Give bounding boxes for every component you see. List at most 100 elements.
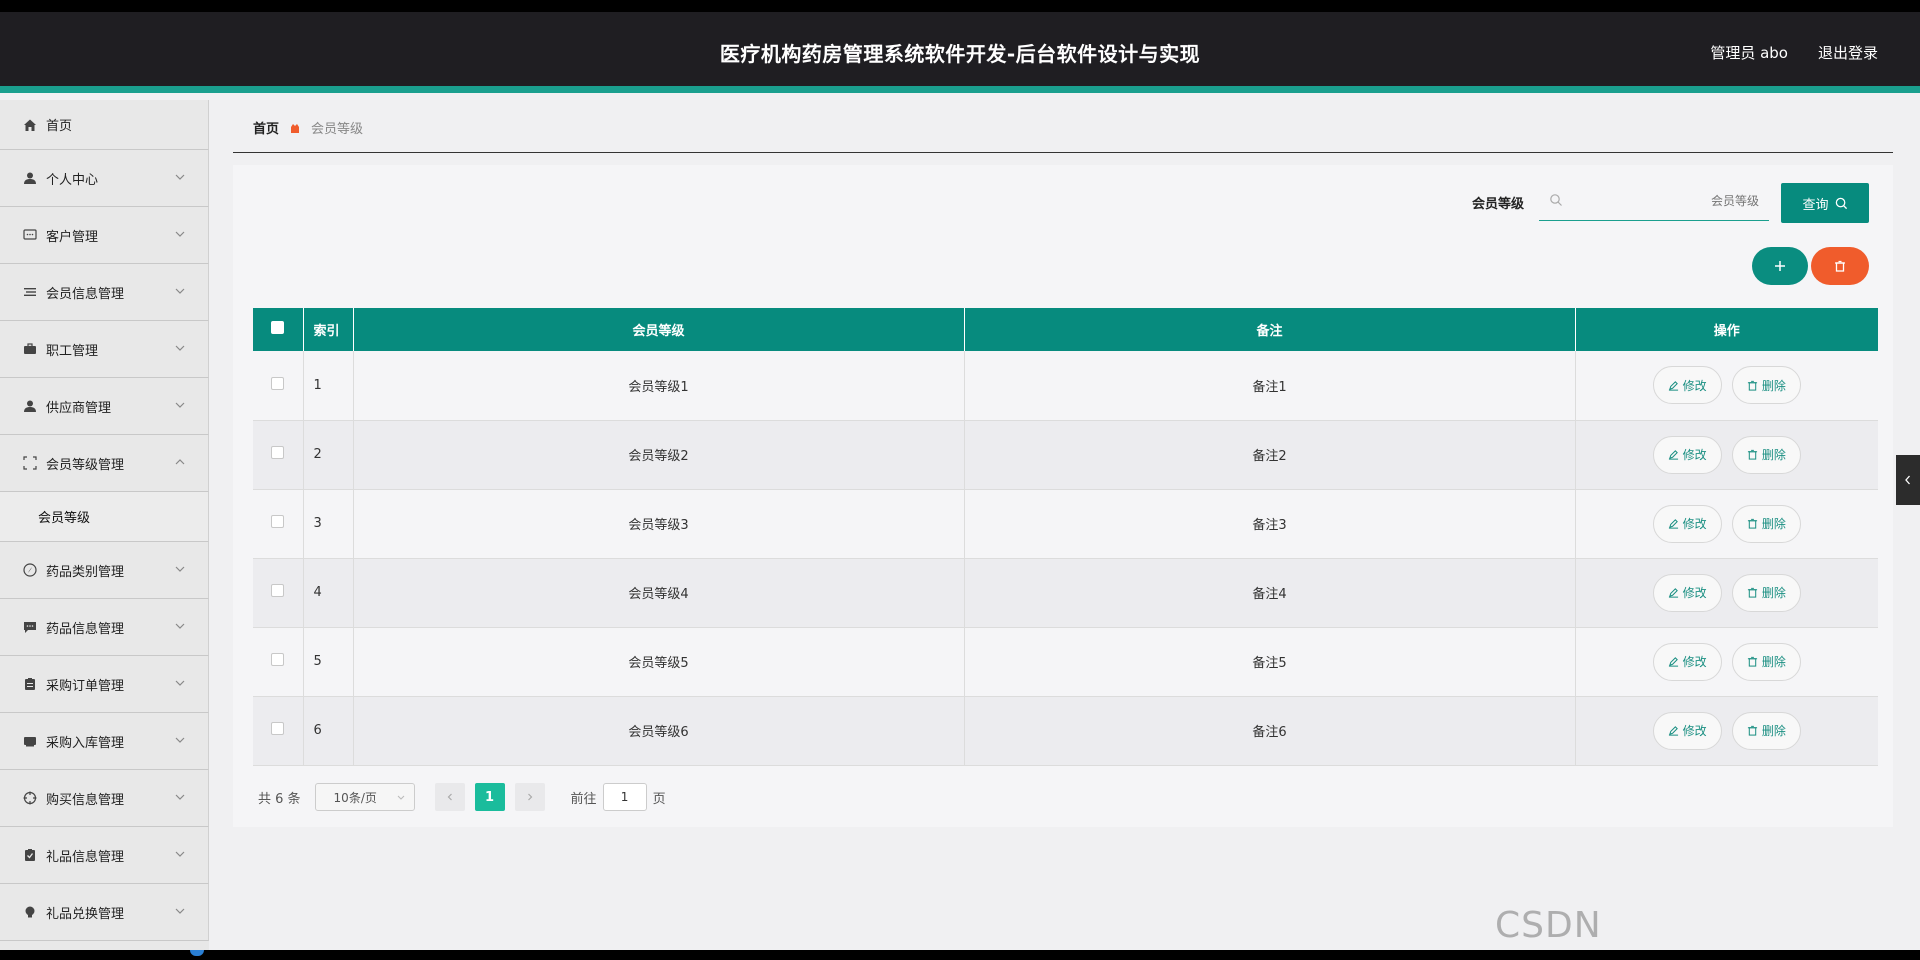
sidebar-item-purchase-stock[interactable]: 采购入库管理: [0, 713, 209, 770]
sidebar-item-supplier[interactable]: 供应商管理: [0, 378, 209, 435]
row-checkbox[interactable]: [271, 653, 285, 666]
select-all-cell: [253, 308, 304, 351]
row-index: 2: [303, 420, 354, 490]
row-level: 会员等级2: [353, 420, 965, 490]
sidebar-item-purchase-order[interactable]: 采购订单管理: [0, 656, 209, 713]
sidebar-item-purchase-info[interactable]: 购买信息管理: [0, 770, 209, 827]
row-ops: 修改 删除: [1575, 558, 1878, 628]
member-level-table: 索引 会员等级 备注 操作 1 会员等级1 备注1 修改 删除 2 会员等级2 …: [253, 308, 1878, 766]
list-icon: [22, 284, 38, 300]
edit-button[interactable]: 修改: [1652, 435, 1722, 474]
chevron-down-icon: [175, 794, 185, 800]
sidebar-item-staff[interactable]: 职工管理: [0, 321, 209, 378]
sidebar-item-label: 药品类别管理: [46, 564, 125, 580]
sidebar-item-member-level[interactable]: 会员等级管理: [0, 435, 209, 492]
row-checkbox-cell: [253, 558, 304, 628]
chevron-down-icon: [175, 288, 185, 294]
row-index: 1: [303, 351, 354, 421]
row-note: 备注1: [964, 351, 1576, 421]
sidebar-item-customer[interactable]: 客户管理: [0, 207, 209, 264]
row-checkbox[interactable]: [271, 515, 285, 528]
row-checkbox-cell: [253, 696, 304, 766]
pagination: 共 6 条 10条/页 1 前往 1 页: [258, 782, 666, 812]
app-title: 医疗机构药房管理系统软件开发-后台软件设计与实现: [719, 42, 1201, 66]
sidebar-subitem-member-level[interactable]: 会员等级: [0, 492, 209, 542]
app-window: 医疗机构药房管理系统软件开发-后台软件设计与实现 管理员 abo 退出登录 首页…: [0, 0, 1920, 960]
prev-page-button[interactable]: [434, 783, 465, 811]
sidebar-item-label: 供应商管理: [46, 400, 112, 416]
sidebar: 首页 个人中心 客户管理 会员信息管理 职工管理 供应商管理 会员等级管理 会员…: [0, 100, 209, 950]
delete-button[interactable]: 删除: [1731, 711, 1801, 750]
table-header-row: 索引 会员等级 备注 操作: [253, 308, 1878, 351]
page-size-value: 10条/页: [333, 790, 377, 805]
edit-button[interactable]: 修改: [1652, 504, 1722, 543]
chevron-left-icon: [1905, 475, 1910, 485]
edit-button[interactable]: 修改: [1652, 711, 1722, 750]
select-all-checkbox[interactable]: [271, 321, 285, 334]
edit-button[interactable]: 修改: [1652, 642, 1722, 681]
goto-page-input[interactable]: 1: [602, 783, 647, 811]
sidebar-item-personal-center[interactable]: 个人中心: [0, 150, 209, 207]
logout-link[interactable]: 退出登录: [1818, 42, 1878, 63]
delete-button[interactable]: 删除: [1731, 504, 1801, 543]
header: 医疗机构药房管理系统软件开发-后台软件设计与实现 管理员 abo 退出登录: [0, 12, 1920, 93]
header-note: 备注: [964, 308, 1576, 351]
row-checkbox[interactable]: [271, 722, 285, 735]
sidebar-item-label: 会员等级管理: [46, 457, 125, 473]
side-collapse-tab[interactable]: [1896, 455, 1920, 505]
row-index: 6: [303, 696, 354, 766]
chevron-down-icon: [175, 402, 185, 408]
row-checkbox[interactable]: [271, 376, 285, 390]
row-level: 会员等级6: [353, 696, 965, 766]
page-unit-label: 页: [652, 791, 666, 807]
search-input[interactable]: [1569, 181, 1759, 221]
chevron-down-icon: [175, 737, 185, 743]
sidebar-item-drug-info[interactable]: 药品信息管理: [0, 599, 209, 656]
search-icon: [1550, 194, 1562, 206]
row-checkbox-cell: [253, 351, 304, 421]
trash-icon: [1747, 380, 1757, 391]
edit-icon: [1668, 726, 1678, 736]
sidebar-item-member-info[interactable]: 会员信息管理: [0, 264, 209, 321]
target-icon: [22, 790, 38, 806]
page-size-select[interactable]: 10条/页: [314, 783, 415, 811]
row-checkbox[interactable]: [271, 446, 285, 459]
compass-icon: [22, 562, 38, 578]
trash-icon: [1835, 260, 1845, 272]
edit-button[interactable]: 修改: [1652, 573, 1722, 612]
row-note: 备注2: [964, 420, 1576, 490]
delete-button[interactable]: 删除: [1731, 435, 1801, 474]
delete-button[interactable]: 删除: [1731, 573, 1801, 612]
sidebar-item-gift-exchange[interactable]: 礼品兑换管理: [0, 884, 209, 941]
add-button[interactable]: [1752, 247, 1808, 285]
chevron-down-icon: [175, 680, 185, 686]
sidebar-item-home[interactable]: 首页: [0, 100, 209, 150]
page-number-current[interactable]: 1: [474, 783, 505, 811]
search-button[interactable]: 查询: [1781, 183, 1869, 223]
delete-label: 删除: [1761, 586, 1786, 600]
sidebar-item-label: 药品信息管理: [46, 621, 125, 637]
edit-button[interactable]: 修改: [1652, 366, 1722, 405]
delete-button[interactable]: 删除: [1731, 642, 1801, 681]
user-icon: [22, 170, 38, 186]
sidebar-item-drug-category[interactable]: 药品类别管理: [0, 542, 209, 599]
search-icon: [1835, 197, 1847, 209]
batch-delete-button[interactable]: [1811, 247, 1869, 285]
trash-icon: [1747, 725, 1757, 736]
delete-button[interactable]: 删除: [1731, 366, 1801, 405]
chevron-down-icon: [397, 795, 404, 800]
breadcrumb-home[interactable]: 首页: [253, 118, 279, 137]
inbox-icon: [22, 733, 38, 749]
header-ops: 操作: [1713, 324, 1740, 339]
trash-icon: [1747, 518, 1757, 529]
briefcase-icon: [22, 341, 38, 357]
row-note: 备注6: [964, 696, 1576, 766]
edit-label: 修改: [1682, 448, 1707, 462]
row-checkbox[interactable]: [271, 584, 285, 597]
next-page-button[interactable]: [514, 783, 545, 811]
sidebar-item-gift-info[interactable]: 礼品信息管理: [0, 827, 209, 884]
trash-icon: [1747, 656, 1757, 667]
chevron-up-icon: [175, 459, 185, 465]
top-border: [0, 0, 1920, 12]
edit-label: 修改: [1682, 655, 1707, 669]
